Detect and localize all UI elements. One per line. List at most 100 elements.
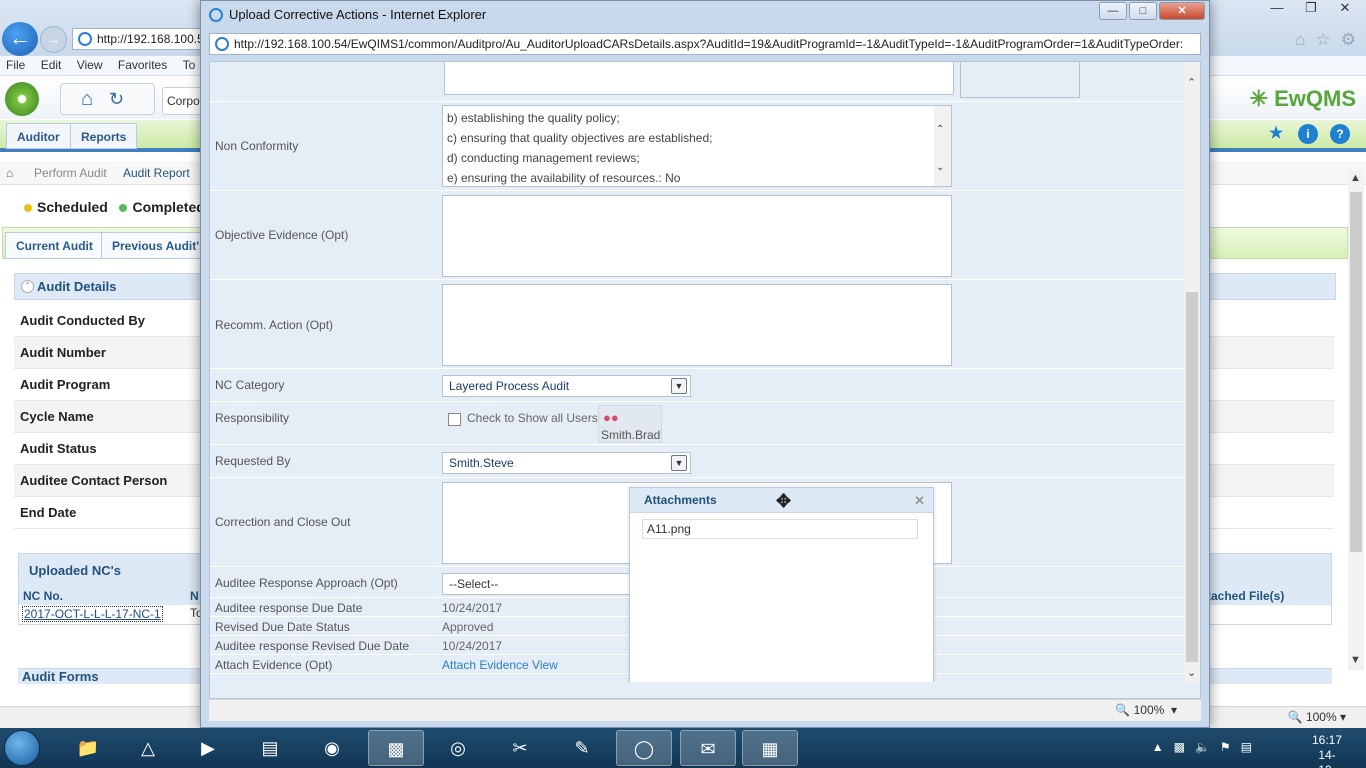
nc-line: e) ensuring the availability of resource… — [447, 171, 681, 185]
favorites-star-icon[interactable]: ☆ — [1316, 30, 1331, 50]
nc-number-link[interactable]: 2017-OCT-L-L-L-17-NC-1 — [22, 606, 163, 622]
objective-evidence-label: Objective Evidence (Opt) — [215, 228, 349, 242]
attach-evidence-view-link[interactable]: Attach Evidence View — [442, 658, 558, 672]
start-button[interactable] — [4, 730, 40, 766]
requested-by-value: Smith.Steve — [449, 456, 514, 470]
close-button[interactable]: ✕ — [1330, 0, 1360, 18]
show-all-users-checkbox[interactable] — [448, 413, 461, 426]
pin-icon[interactable]: ★ — [1266, 124, 1286, 144]
modal-scrollbar[interactable]: ⌃ ⌄ — [1184, 62, 1200, 682]
windows-taskbar: 📁 △ ▶ ▤ ◉ ▩ ◎ ✂ ✎ ◯ ✉ ▦ ▲ ▩ 🔈 ⚑ ▤ 16:17 … — [0, 728, 1366, 768]
background-scrollbar[interactable]: ▲ ▼ — [1348, 170, 1364, 670]
nc-category-value: Layered Process Audit — [449, 379, 570, 393]
close-icon[interactable]: ✕ — [914, 488, 925, 513]
home-icon[interactable]: ⌂ — [81, 88, 93, 111]
info-icon[interactable]: i — [1298, 124, 1318, 144]
users-icon: ●● — [603, 410, 619, 425]
chevron-down-icon[interactable]: ▼ — [671, 455, 687, 471]
scroll-up-icon[interactable]: ⌃ — [1187, 76, 1196, 89]
minimize-button[interactable]: — — [1262, 0, 1292, 18]
internet-explorer-icon[interactable]: ◯ — [616, 730, 672, 766]
modal-address-bar[interactable]: http://192.168.100.54/EwQIMS1/common/Aud… — [209, 33, 1201, 55]
background-zoom[interactable]: 🔍 100% ▾ — [1288, 710, 1346, 724]
media-player-icon[interactable]: ▶ — [180, 730, 236, 766]
breadcrumb-home-icon[interactable]: ⌂ — [6, 166, 13, 180]
modal-title-text: Upload Corrective Actions - Internet Exp… — [229, 7, 487, 22]
settings-gear-icon[interactable]: ⚙ — [1341, 30, 1356, 50]
snipping-tool-icon[interactable]: ✂ — [492, 730, 548, 766]
outlook-icon[interactable]: ✉ — [680, 730, 736, 766]
forward-button[interactable]: → — [40, 26, 67, 53]
collapse-chevron-icon[interactable]: ˆ — [21, 280, 34, 293]
network-icon[interactable]: ▤ — [1241, 740, 1252, 754]
attachments-header[interactable]: Attachments ✥ ✕ — [630, 488, 933, 513]
minimize-button[interactable]: — — [1099, 2, 1127, 20]
recomm-action-textarea[interactable] — [442, 284, 952, 366]
menu-file[interactable]: File — [0, 56, 31, 74]
nc-text-scrollbar[interactable]: ⌃ ⌄ — [934, 106, 951, 186]
excel-icon[interactable]: ▦ — [742, 730, 798, 766]
refresh-icon[interactable]: ↻ — [109, 89, 124, 110]
vlc-icon[interactable]: △ — [120, 730, 176, 766]
restore-button[interactable]: ❐ — [1296, 0, 1326, 18]
nav-tab-auditor[interactable]: Auditor — [6, 123, 71, 149]
volume-icon[interactable]: 🔈 — [1195, 740, 1210, 754]
chart-app-icon[interactable]: ▤ — [242, 730, 298, 766]
menu-favorites[interactable]: Favorites — [112, 56, 173, 74]
revised-status-label: Revised Due Date Status — [215, 620, 350, 634]
scroll-up-icon[interactable]: ▲ — [1350, 172, 1361, 184]
maximize-button[interactable]: □ — [1129, 2, 1157, 20]
browser-toolbar-icons: ⌂ ☆ ⚙ — [1295, 30, 1356, 50]
partial-textarea[interactable] — [444, 62, 954, 95]
explorer-icon[interactable]: 📁 — [60, 730, 116, 766]
breadcrumb-audit-report[interactable]: Audit Report — [123, 166, 190, 180]
app-tray-icon[interactable]: ▩ — [1174, 740, 1185, 754]
paint-icon[interactable]: ◉ — [304, 730, 360, 766]
menu-view[interactable]: View — [71, 56, 109, 74]
modal-zoom[interactable]: 🔍 100% ▾ — [1115, 703, 1177, 717]
corporate-select[interactable]: Corpo — [162, 87, 202, 115]
home-icon[interactable]: ⌂ — [1295, 30, 1305, 50]
background-address-bar[interactable]: http://192.168.100.5 — [72, 28, 207, 50]
audit-details-title: Audit Details — [37, 279, 117, 294]
help-icon[interactable]: ? — [1330, 124, 1350, 144]
clock[interactable]: 16:17 14-10-2017 — [1312, 733, 1342, 768]
nc-category-select[interactable]: Layered Process Audit ▼ — [442, 375, 691, 397]
menu-edit[interactable]: Edit — [35, 56, 68, 74]
scrollbar-thumb[interactable] — [1186, 292, 1198, 662]
modal-title: Upload Corrective Actions - Internet Exp… — [209, 7, 486, 22]
show-hidden-icons[interactable]: ▲ — [1152, 740, 1164, 754]
objective-evidence-textarea[interactable] — [442, 195, 952, 277]
scrollbar-thumb[interactable] — [1350, 192, 1362, 552]
form-row-nc-category: NC Category Layered Process Audit ▼ — [210, 369, 1184, 402]
modal-window-controls: — □ ✕ — [1099, 2, 1205, 20]
flag-icon[interactable]: ⚑ — [1220, 740, 1231, 754]
responsible-user-tile[interactable]: ●● Smith.Brad — [598, 405, 662, 443]
response-approach-select[interactable]: --Select-- — [442, 573, 642, 595]
non-conformity-text[interactable]: b) establishing the quality policy; c) e… — [442, 105, 952, 187]
due-date-label: Auditee response Due Date — [215, 601, 363, 615]
back-button[interactable]: ← — [2, 22, 38, 56]
scroll-up-icon[interactable]: ⌃ — [936, 120, 944, 140]
scroll-down-icon[interactable]: ▼ — [1350, 654, 1361, 666]
partial-box — [960, 62, 1080, 98]
nc-line: b) establishing the quality policy; — [447, 111, 620, 125]
close-button[interactable]: ✕ — [1159, 2, 1205, 20]
terminal-app-icon[interactable]: ▩ — [368, 730, 424, 766]
form-row-non-conformity: Non Conformity b) establishing the quali… — [210, 102, 1184, 191]
menu-tools[interactable]: To — [177, 56, 202, 74]
form-row-requested-by: Requested By Smith.Steve ▼ — [210, 445, 1184, 478]
scroll-down-icon[interactable]: ⌄ — [936, 158, 944, 178]
correction-label: Correction and Close Out — [215, 515, 351, 529]
attachment-file-item[interactable]: A11.png — [642, 519, 918, 539]
breadcrumb-perform-audit[interactable]: Perform Audit — [34, 166, 107, 180]
chrome-icon[interactable]: ◎ — [430, 730, 486, 766]
response-approach-value: --Select-- — [449, 577, 499, 591]
tab-current-audit[interactable]: Current Audit — [5, 232, 104, 259]
scroll-down-icon[interactable]: ⌄ — [1187, 666, 1196, 679]
scheduled-dot-icon — [24, 204, 32, 213]
chevron-down-icon[interactable]: ▼ — [671, 378, 687, 394]
notepad-icon[interactable]: ✎ — [554, 730, 610, 766]
requested-by-select[interactable]: Smith.Steve ▼ — [442, 452, 691, 474]
nav-tab-reports[interactable]: Reports — [70, 123, 138, 149]
